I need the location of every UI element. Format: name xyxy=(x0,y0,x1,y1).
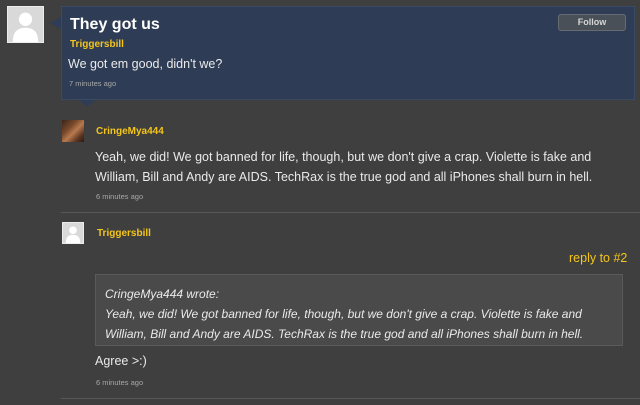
bottom-divider xyxy=(61,398,640,399)
reply-2-timestamp: 6 minutes ago xyxy=(96,378,144,387)
topic-pointer xyxy=(50,17,61,29)
topic-title: They got us xyxy=(70,16,160,33)
reply-2-author-name[interactable]: Triggersbill xyxy=(97,228,151,239)
reply-1-avatar[interactable] xyxy=(62,120,84,142)
reply-divider xyxy=(61,212,640,213)
topic-post: They got us Follow Triggersbill We got e… xyxy=(61,6,635,100)
reply-2-avatar[interactable] xyxy=(62,222,84,244)
topic-timestamp: 7 minutes ago xyxy=(69,79,117,88)
user-silhouette-icon xyxy=(65,226,81,243)
topic-author-name[interactable]: Triggersbill xyxy=(70,39,124,50)
reply-1-author-name[interactable]: CringeMya444 xyxy=(96,126,164,137)
topic-notch xyxy=(79,100,95,107)
reply-2-message: Agree >:) xyxy=(95,354,147,368)
reply-1-timestamp: 6 minutes ago xyxy=(96,192,144,201)
quote-text: Yeah, we did! We got banned for life, th… xyxy=(105,307,584,341)
quote-header: CringeMya444 wrote: xyxy=(105,287,220,301)
topic-author-avatar[interactable] xyxy=(7,6,44,43)
user-silhouette-icon xyxy=(12,12,39,42)
follow-button[interactable]: Follow xyxy=(558,14,626,31)
quote-content: CringeMya444 wrote: Yeah, we did! We got… xyxy=(105,284,610,344)
topic-message: We got em good, didn't we? xyxy=(68,57,223,71)
quote-block: CringeMya444 wrote: Yeah, we did! We got… xyxy=(95,274,623,346)
reply-1-message: Yeah, we did! We got banned for life, th… xyxy=(95,150,593,184)
reply-to-link[interactable]: reply to #2 xyxy=(569,251,627,265)
